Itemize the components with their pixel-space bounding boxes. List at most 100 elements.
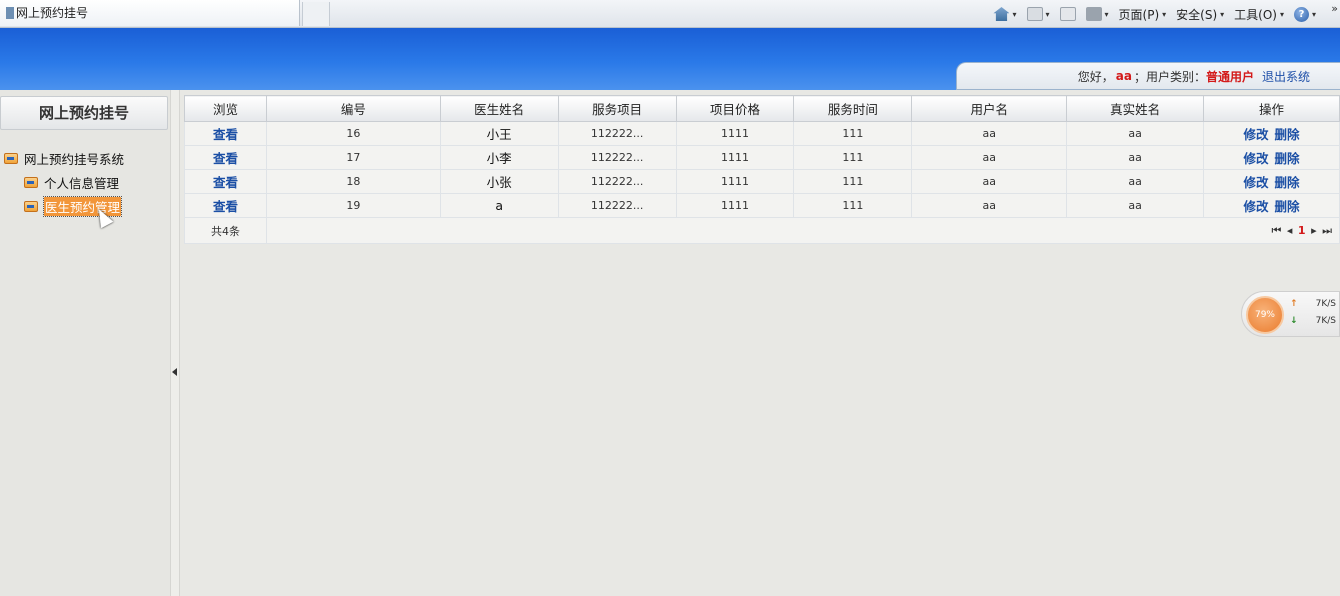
delete-link[interactable]: 删除 (1275, 172, 1300, 191)
view-cell: 查看 (184, 193, 267, 218)
table-row: 查看 18 小张 112222... 1111 111 aa aa 修改 删除 (184, 169, 1340, 194)
username-cell: aa (911, 193, 1068, 218)
actions-cell: 修改 删除 (1203, 193, 1340, 218)
home-button[interactable]: ▾ (993, 7, 1017, 21)
table-footer-row: 共4条 ⏮ ◂ 1 ▸ ⏭ (184, 217, 1340, 244)
sidebar-splitter[interactable] (170, 90, 180, 596)
tree-node-icon (24, 200, 38, 212)
id-cell: 18 (265, 169, 441, 194)
username-cell: aa (911, 121, 1068, 146)
edit-link[interactable]: 修改 (1244, 124, 1269, 143)
chevron-down-icon: ▾ (1162, 9, 1167, 19)
price-cell: 1111 (675, 169, 795, 194)
sidebar-title: 网上预约挂号 (0, 96, 168, 130)
current-page[interactable]: 1 (1298, 224, 1307, 237)
time-cell: 111 (793, 145, 913, 170)
printer-icon (1085, 7, 1102, 21)
logout-link[interactable]: 退出系统 (1262, 68, 1310, 85)
chevron-down-icon: ▾ (1279, 9, 1284, 19)
id-cell: 19 (265, 193, 441, 218)
sidebar: 网上预约挂号 网上预约挂号系统 个人信息管理 医生预约管理 (0, 90, 170, 596)
tree-root-label: 网上预约挂号系统 (24, 151, 125, 167)
last-page-button[interactable]: ⏭ (1322, 224, 1333, 237)
delete-link[interactable]: 删除 (1275, 124, 1300, 143)
current-username: aa (1115, 69, 1132, 83)
edit-link[interactable]: 修改 (1244, 196, 1269, 215)
tree-node-icon (24, 176, 38, 188)
view-cell: 查看 (184, 169, 267, 194)
sidebar-item-label: 个人信息管理 (44, 175, 120, 191)
view-link[interactable]: 查看 (213, 151, 238, 166)
help-menu[interactable]: ? ▾ (1293, 6, 1316, 22)
column-header: 用户名 (911, 95, 1068, 122)
page-favicon-icon (6, 7, 14, 19)
column-header: 医生姓名 (439, 95, 559, 122)
rss-feed-icon (1026, 7, 1043, 21)
tools-menu[interactable]: 工具(O) ▾ (1234, 6, 1284, 23)
table-row: 查看 19 a 112222... 1111 111 aa aa 修改 删除 (184, 193, 1340, 218)
new-tab-button[interactable] (302, 2, 330, 26)
service-cell: 112222... (557, 169, 677, 194)
actions-cell: 修改 删除 (1203, 145, 1340, 170)
view-link[interactable]: 查看 (213, 127, 238, 142)
view-link[interactable]: 查看 (213, 175, 238, 190)
greeting-text: 您好， (1077, 69, 1114, 84)
column-header: 真实姓名 (1066, 95, 1205, 122)
tree-node-icon (4, 152, 18, 164)
price-cell: 1111 (675, 145, 795, 170)
price-cell: 1111 (675, 121, 795, 146)
download-speed: ↓ 7K/S (1290, 316, 1336, 326)
column-header: 项目价格 (675, 95, 795, 122)
doctor-cell: 小李 (439, 145, 559, 170)
id-cell: 17 (265, 145, 441, 170)
delete-link[interactable]: 删除 (1275, 148, 1300, 167)
column-header: 服务时间 (793, 95, 913, 122)
username-cell: aa (911, 145, 1068, 170)
time-cell: 111 (793, 121, 913, 146)
view-cell: 查看 (184, 121, 267, 146)
actions-cell: 修改 删除 (1203, 121, 1340, 146)
mail-icon (1059, 7, 1076, 21)
download-speed-value: 7K/S (1315, 316, 1336, 326)
collapse-left-icon[interactable] (172, 368, 177, 376)
main-content: 浏览 编号 医生姓名 服务项目 项目价格 服务时间 用户名 真实姓名 操作 查看… (184, 95, 1340, 596)
sidebar-item-personal-info[interactable]: 个人信息管理 (4, 170, 124, 194)
download-arrow-icon: ↓ (1290, 316, 1298, 326)
tab-title: 网上预约挂号 (16, 6, 89, 20)
browser-toolbar: 网上预约挂号 ▾ ▾ ▾ 页面(P) ▾ 安全(S) ▾ 工具(O) ▾ ? ▾ » (0, 0, 1340, 28)
doctor-cell: a (439, 193, 559, 218)
print-button[interactable]: ▾ (1085, 7, 1109, 21)
first-page-button[interactable]: ⏮ (1271, 224, 1282, 237)
chevron-down-icon: ▾ (1012, 9, 1017, 19)
separator-text: ； (1133, 69, 1146, 84)
table-header-row: 浏览 编号 医生姓名 服务项目 项目价格 服务时间 用户名 真实姓名 操作 (184, 95, 1340, 122)
home-icon (993, 7, 1010, 21)
tree-root-system[interactable]: 网上预约挂号系统 (4, 146, 124, 170)
view-link[interactable]: 查看 (213, 199, 238, 214)
upload-arrow-icon: ↑ (1290, 299, 1298, 309)
appointment-table: 浏览 编号 医生姓名 服务项目 项目价格 服务时间 用户名 真实姓名 操作 查看… (184, 95, 1340, 244)
chevron-down-icon: ▾ (1311, 9, 1316, 19)
toolbar-overflow-button[interactable]: » (1331, 2, 1338, 15)
read-mail-button[interactable] (1059, 7, 1076, 21)
chevron-down-icon: ▾ (1045, 9, 1050, 19)
column-header: 浏览 (184, 95, 267, 122)
username-cell: aa (911, 169, 1068, 194)
pagination: ⏮ ◂ 1 ▸ ⏭ (265, 217, 1340, 244)
doctor-cell: 小张 (439, 169, 559, 194)
upload-speed-value: 7K/S (1315, 299, 1336, 309)
delete-link[interactable]: 删除 (1275, 196, 1300, 215)
realname-cell: aa (1066, 145, 1205, 170)
feeds-button[interactable]: ▾ (1026, 7, 1050, 21)
edit-link[interactable]: 修改 (1244, 148, 1269, 167)
page-menu[interactable]: 页面(P) ▾ (1119, 6, 1167, 23)
safety-menu[interactable]: 安全(S) ▾ (1176, 6, 1224, 23)
realname-cell: aa (1066, 193, 1205, 218)
edit-link[interactable]: 修改 (1244, 172, 1269, 191)
price-cell: 1111 (675, 193, 795, 218)
network-speed-widget[interactable]: 79% ↑ 7K/S ↓ 7K/S (1241, 291, 1340, 337)
next-page-button[interactable]: ▸ (1311, 224, 1318, 237)
browser-tab[interactable]: 网上预约挂号 (0, 0, 300, 26)
column-header: 操作 (1203, 95, 1340, 122)
prev-page-button[interactable]: ◂ (1287, 224, 1294, 237)
